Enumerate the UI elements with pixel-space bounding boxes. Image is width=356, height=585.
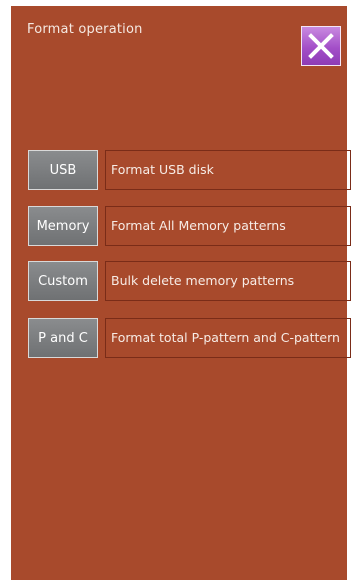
- custom-button[interactable]: Custom: [28, 261, 98, 301]
- close-button[interactable]: [301, 26, 341, 66]
- usb-button[interactable]: USB: [28, 150, 98, 190]
- option-row-usb: USB Format USB disk: [28, 150, 351, 190]
- memory-description: Format All Memory patterns: [105, 206, 351, 246]
- format-operation-screen: Format operation USB Format USB disk Mem…: [11, 6, 351, 580]
- p-and-c-description: Format total P-pattern and C-pattern: [105, 318, 351, 358]
- custom-description: Bulk delete memory patterns: [105, 261, 351, 301]
- option-row-p-and-c: P and C Format total P-pattern and C-pat…: [28, 318, 351, 358]
- option-row-custom: Custom Bulk delete memory patterns: [28, 261, 351, 301]
- p-and-c-button[interactable]: P and C: [28, 318, 98, 358]
- option-row-memory: Memory Format All Memory patterns: [28, 206, 351, 246]
- close-icon: [307, 32, 335, 60]
- screen-title: Format operation: [27, 22, 143, 37]
- usb-description: Format USB disk: [105, 150, 351, 190]
- memory-button[interactable]: Memory: [28, 206, 98, 246]
